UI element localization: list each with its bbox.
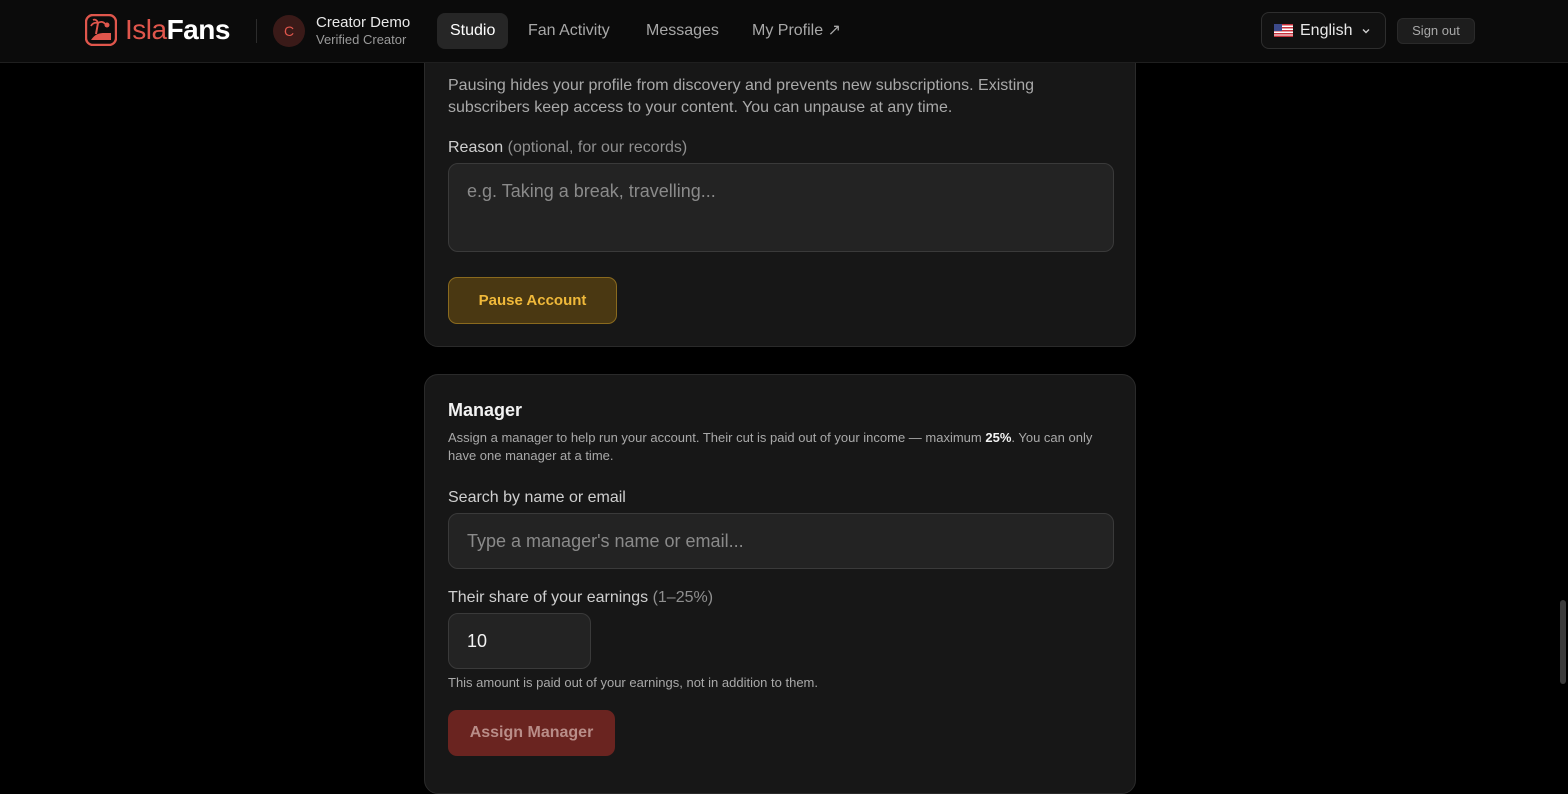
avatar[interactable]: C [273,15,305,47]
nav-studio[interactable]: Studio [437,13,509,49]
manager-search-input[interactable]: Type a manager's name or email... [448,513,1114,569]
reason-textarea[interactable]: e.g. Taking a break, travelling... [448,163,1114,252]
search-label: Search by name or email [448,489,626,506]
logo-icon [85,14,117,46]
share-note: This amount is paid out of your earnings… [448,675,818,690]
nav-divider [256,19,257,43]
pause-account-card: Pausing hides your profile from discover… [424,20,1136,347]
nav-my-profile[interactable]: My Profile ↗ [739,13,854,49]
brand-name: IslaFans [125,14,230,45]
pause-account-button[interactable]: Pause Account [448,277,617,324]
us-flag-icon [1274,24,1293,37]
sign-out-button[interactable]: Sign out [1397,18,1475,44]
nav-fan-activity[interactable]: Fan Activity [515,13,623,49]
page-scrollbar[interactable] [1560,600,1566,684]
user-role: Verified Creator [316,32,407,47]
top-navbar: IslaFans C Creator Demo Verified Creator… [0,0,1568,63]
chevron-down-icon [1362,28,1370,33]
share-label: Their share of your earnings (1–25%) [448,589,714,606]
language-label: English [1300,21,1353,39]
assign-manager-button[interactable]: Assign Manager [448,710,615,756]
nav-messages[interactable]: Messages [633,13,732,49]
reason-label: Reason (optional, for our records) [448,139,688,156]
share-percent-input[interactable]: 10 [448,613,591,669]
manager-title: Manager [448,400,523,420]
pause-description: Pausing hides your profile from discover… [448,77,1035,116]
brand-logo[interactable]: IslaFans [85,13,230,47]
manager-card: Manager Assign a manager to help run you… [424,374,1136,794]
user-name: Creator Demo [316,14,411,31]
language-selector[interactable]: English [1261,12,1386,49]
manager-description: Assign a manager to help run your accoun… [448,430,1093,463]
